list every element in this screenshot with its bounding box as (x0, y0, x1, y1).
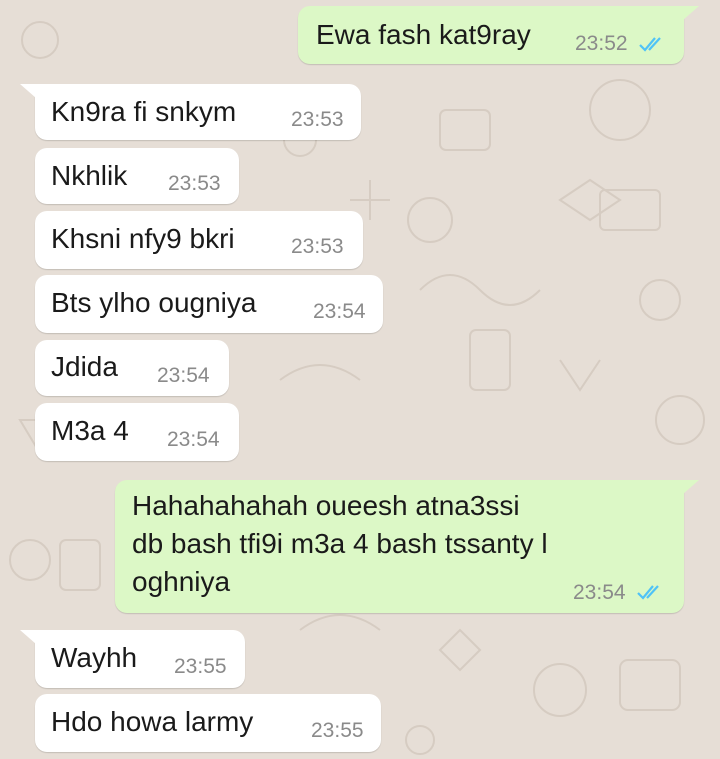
incoming-message[interactable]: Kn9ra fi snkym 23:53 (20, 84, 361, 140)
message-text: Wayhh (51, 642, 138, 673)
double-check-icon (639, 37, 661, 52)
message-text: M3a 4 (51, 415, 129, 446)
incoming-message[interactable]: M3a 4 23:54 (35, 403, 239, 461)
message-text: Nkhlik (51, 160, 128, 191)
incoming-message[interactable]: Hdo howa larmy 23:55 (35, 694, 381, 752)
message-time: 23:54 (157, 364, 210, 387)
bubble-tail (683, 6, 699, 20)
message-time: 23:52 (575, 32, 628, 55)
incoming-message[interactable]: Jdida 23:54 (35, 340, 229, 396)
message-text: Jdida (51, 351, 118, 382)
outgoing-message[interactable]: Hahahahahah oueesh atna3ssi db bash tfi9… (115, 480, 699, 613)
outgoing-message[interactable]: Ewa fash kat9ray 23:52 (298, 6, 699, 64)
message-time: 23:55 (311, 719, 364, 742)
bubble-tail (20, 630, 36, 644)
message-text: Hahahahahah oueesh atna3ssi db bash tfi9… (132, 490, 548, 597)
message-time: 23:54 (313, 300, 366, 323)
incoming-message[interactable]: Nkhlik 23:53 (35, 148, 239, 204)
message-text: Ewa fash kat9ray (316, 19, 531, 50)
message-time: 23:55 (174, 655, 227, 678)
incoming-message[interactable]: Wayhh 23:55 (20, 630, 245, 688)
message-time: 23:54 (167, 428, 220, 451)
incoming-message[interactable]: Khsni nfy9 bkri 23:53 (35, 211, 363, 269)
message-time: 23:53 (291, 108, 344, 131)
message-time: 23:53 (291, 235, 344, 258)
bubble-tail (20, 84, 36, 98)
incoming-message[interactable]: Bts ylho ougniya 23:54 (35, 275, 383, 333)
message-text: Hdo howa larmy (51, 706, 254, 737)
message-time: 23:53 (168, 172, 221, 195)
message-text: Bts ylho ougniya (51, 287, 257, 318)
message-text: Khsni nfy9 bkri (51, 223, 235, 254)
bubble-tail (683, 480, 699, 494)
message-time: 23:54 (573, 581, 626, 604)
message-text: Kn9ra fi snkym (51, 96, 237, 127)
double-check-icon (637, 585, 659, 600)
